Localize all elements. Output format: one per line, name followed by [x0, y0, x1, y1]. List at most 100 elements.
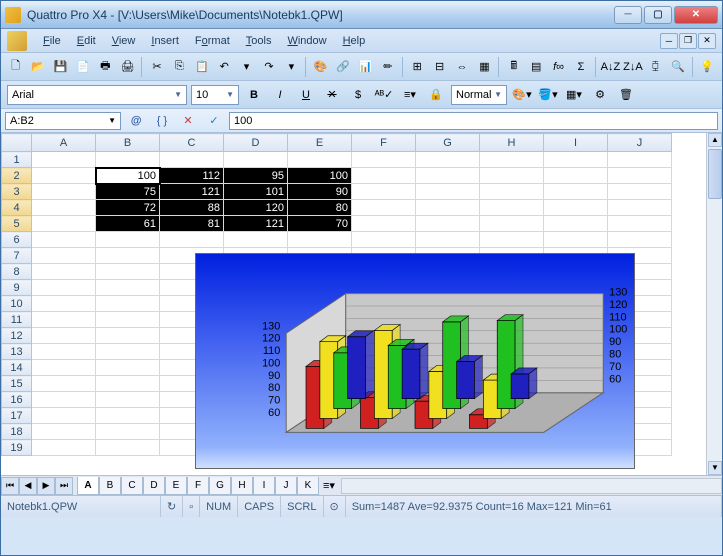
sort-asc-button[interactable]: A↓Z: [600, 56, 622, 78]
cell-A11[interactable]: [32, 312, 96, 328]
drawing-button[interactable]: ✏: [377, 56, 398, 78]
cell-A8[interactable]: [32, 264, 96, 280]
menu-view[interactable]: View: [104, 32, 144, 50]
row-header-16[interactable]: 16: [2, 392, 32, 408]
menu-file[interactable]: File: [35, 32, 69, 50]
mdi-minimize-button[interactable]: ─: [660, 33, 678, 49]
bold-button[interactable]: B: [243, 85, 265, 105]
cell-E3[interactable]: 90: [288, 184, 352, 200]
row-header-12[interactable]: 12: [2, 328, 32, 344]
sum-button[interactable]: Σ: [570, 56, 591, 78]
col-header-C[interactable]: C: [160, 134, 224, 152]
cell-B1[interactable]: [96, 152, 160, 168]
col-header-D[interactable]: D: [224, 134, 288, 152]
cell-A2[interactable]: [32, 168, 96, 184]
col-header-A[interactable]: A: [32, 134, 96, 152]
cell-G6[interactable]: [416, 232, 480, 248]
delete-cells-button[interactable]: ⊟: [429, 56, 450, 78]
cell-A18[interactable]: [32, 424, 96, 440]
cell-F4[interactable]: [352, 200, 416, 216]
sheet-tab-H[interactable]: H: [231, 477, 253, 495]
row-header-2[interactable]: 2: [2, 168, 32, 184]
clipart-button[interactable]: 🎨: [310, 56, 331, 78]
menu-help[interactable]: Help: [335, 32, 374, 50]
cell-A5[interactable]: [32, 216, 96, 232]
sheet-tab-C[interactable]: C: [121, 477, 143, 495]
cell-B18[interactable]: [96, 424, 160, 440]
link-button[interactable]: 🔗: [332, 56, 353, 78]
cell-C3[interactable]: 121: [160, 184, 224, 200]
close-button[interactable]: ✕: [674, 6, 718, 24]
cell-J1[interactable]: [608, 152, 672, 168]
border-button[interactable]: ▦▾: [563, 85, 585, 105]
cell-H3[interactable]: [480, 184, 544, 200]
style-combo[interactable]: Normal▼: [451, 85, 507, 105]
at-function-button[interactable]: @: [125, 111, 147, 131]
cell-H6[interactable]: [480, 232, 544, 248]
cell-E5[interactable]: 70: [288, 216, 352, 232]
row-header-11[interactable]: 11: [2, 312, 32, 328]
cell-F6[interactable]: [352, 232, 416, 248]
embedded-3d-bar-chart[interactable]: 6060707080809090100100110110120120130130: [195, 253, 635, 469]
cell-E4[interactable]: 80: [288, 200, 352, 216]
spellcheck-button[interactable]: ᴬᴮ✓: [373, 85, 395, 105]
cell-B9[interactable]: [96, 280, 160, 296]
minimize-button[interactable]: ─: [614, 6, 642, 24]
table-button[interactable]: ▤: [525, 56, 546, 78]
cell-A14[interactable]: [32, 360, 96, 376]
row-header-7[interactable]: 7: [2, 248, 32, 264]
col-header-H[interactable]: H: [480, 134, 544, 152]
cell-D4[interactable]: 120: [224, 200, 288, 216]
cell-G3[interactable]: [416, 184, 480, 200]
menu-format[interactable]: Format: [187, 32, 238, 50]
cell-J6[interactable]: [608, 232, 672, 248]
cell-A12[interactable]: [32, 328, 96, 344]
cell-H2[interactable]: [480, 168, 544, 184]
cell-G2[interactable]: [416, 168, 480, 184]
sort-desc-button[interactable]: Z↓A: [622, 56, 644, 78]
cell-H1[interactable]: [480, 152, 544, 168]
col-header-F[interactable]: F: [352, 134, 416, 152]
insert-cells-button[interactable]: ⊞: [407, 56, 428, 78]
zoom-button[interactable]: 🔍: [667, 56, 688, 78]
cell-B7[interactable]: [96, 248, 160, 264]
cell-H4[interactable]: [480, 200, 544, 216]
paste-button[interactable]: 📋: [191, 56, 212, 78]
cell-C5[interactable]: 81: [160, 216, 224, 232]
cell-C1[interactable]: [160, 152, 224, 168]
row-header-15[interactable]: 15: [2, 376, 32, 392]
row-header-14[interactable]: 14: [2, 360, 32, 376]
cell-F2[interactable]: [352, 168, 416, 184]
cell-B8[interactable]: [96, 264, 160, 280]
cell-D6[interactable]: [224, 232, 288, 248]
sheet-tab-A[interactable]: A: [77, 477, 99, 495]
cell-D1[interactable]: [224, 152, 288, 168]
cell-B13[interactable]: [96, 344, 160, 360]
cell-A1[interactable]: [32, 152, 96, 168]
print-button[interactable]: 🖶: [95, 56, 116, 78]
fill-color-button[interactable]: 🪣▾: [537, 85, 559, 105]
cell-B16[interactable]: [96, 392, 160, 408]
cell-reference-box[interactable]: A:B2▼: [5, 112, 121, 130]
tab-next-button[interactable]: ▶: [37, 477, 55, 495]
cut-button[interactable]: ✂: [146, 56, 167, 78]
cell-J2[interactable]: [608, 168, 672, 184]
cell-B14[interactable]: [96, 360, 160, 376]
cell-F3[interactable]: [352, 184, 416, 200]
col-header-G[interactable]: G: [416, 134, 480, 152]
cell-J4[interactable]: [608, 200, 672, 216]
cell-A13[interactable]: [32, 344, 96, 360]
cell-C2[interactable]: 112: [160, 168, 224, 184]
font-size-combo[interactable]: 10▼: [191, 85, 239, 105]
cell-B3[interactable]: 75: [96, 184, 160, 200]
cell-A4[interactable]: [32, 200, 96, 216]
align-button[interactable]: ≡▾: [399, 85, 421, 105]
cell-A17[interactable]: [32, 408, 96, 424]
menu-insert[interactable]: Insert: [143, 32, 187, 50]
cell-I5[interactable]: [544, 216, 608, 232]
menu-tools[interactable]: Tools: [238, 32, 280, 50]
sheet-tab-F[interactable]: F: [187, 477, 209, 495]
row-header-5[interactable]: 5: [2, 216, 32, 232]
underline-button[interactable]: U: [295, 85, 317, 105]
sheet-tab-G[interactable]: G: [209, 477, 231, 495]
